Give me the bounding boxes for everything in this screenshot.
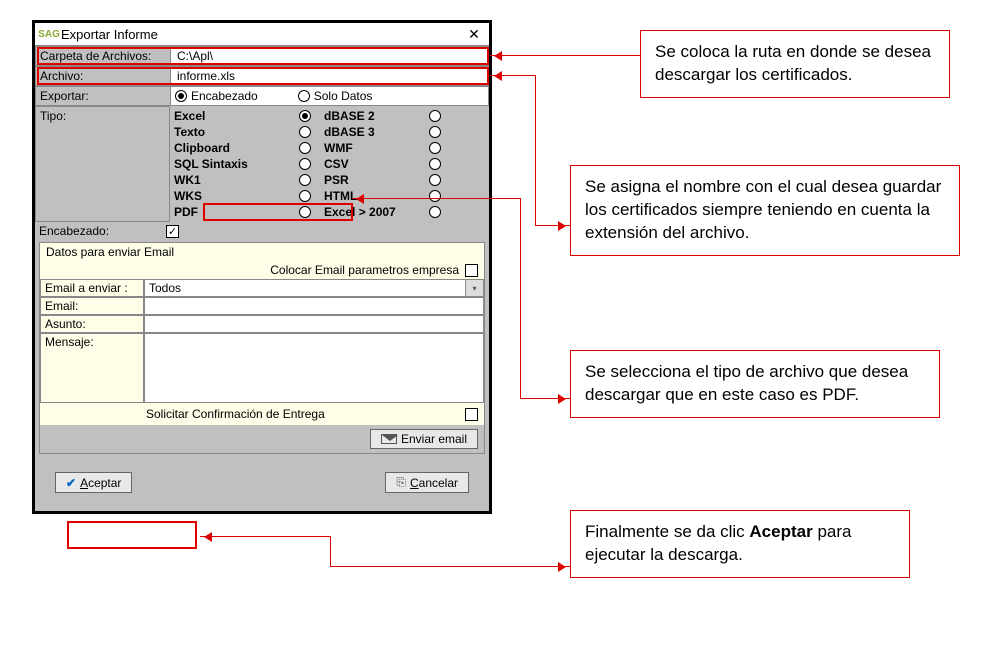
tipo-radio-wks[interactable] <box>299 190 311 202</box>
arrow-c1 <box>490 55 640 56</box>
arrow-c4-head <box>200 536 330 537</box>
encabezado-checkbox[interactable] <box>166 225 179 238</box>
callout-tipo: Se selecciona el tipo de archivo que des… <box>570 350 940 418</box>
callout-ruta: Se coloca la ruta en donde se desea desc… <box>640 30 950 98</box>
tipo-radio-pdf[interactable] <box>299 206 311 218</box>
radio-solo-datos-label: Solo Datos <box>314 89 373 103</box>
arrow-c2 <box>490 75 535 76</box>
email-asunto-input[interactable] <box>144 315 484 333</box>
email-asunto-label: Asunto: <box>40 315 144 333</box>
email-enviar-select[interactable]: Todos ▾ <box>144 279 484 297</box>
tipo-opt-wmf: WMF <box>320 140 420 156</box>
encabezado-label: Encabezado: <box>39 224 166 238</box>
email-enviar-value: Todos <box>149 281 181 295</box>
tipo-radio-psr[interactable] <box>429 174 441 186</box>
tipo-opt-dbase2: dBASE 2 <box>320 108 420 124</box>
email-legend: Datos para enviar Email <box>40 243 484 261</box>
exportar-options: Encabezado Solo Datos <box>170 86 489 106</box>
tipo-opt-texto: Texto <box>170 124 290 140</box>
tipo-radio-texto[interactable] <box>299 126 311 138</box>
carpeta-input-cell <box>170 46 489 66</box>
email-param-label: Colocar Email parametros empresa <box>270 263 459 277</box>
tipo-opt-wks: WKS <box>170 188 290 204</box>
callout-nombre: Se asigna el nombre con el cual desea gu… <box>570 165 960 256</box>
tipo-opt-excel: Excel <box>170 108 290 124</box>
line-c2-h <box>535 225 570 226</box>
enviar-email-button[interactable]: Enviar email <box>370 429 478 449</box>
window-title: Exportar Informe <box>61 27 465 42</box>
tipo-radio-wk1[interactable] <box>299 174 311 186</box>
line-c3-v <box>520 198 521 398</box>
callout-aceptar-pre: Finalmente se da clic <box>585 522 749 541</box>
radio-encabezado-label: Encabezado <box>191 89 258 103</box>
titlebar: SAG Exportar Informe ✕ <box>35 23 489 46</box>
line-c4-v <box>330 536 331 566</box>
cancelar-button[interactable]: ⎘ Cancelar <box>385 472 469 493</box>
highlight-aceptar <box>67 521 197 549</box>
tipo-radio-clipboard[interactable] <box>299 142 311 154</box>
door-icon: ⎘ <box>396 475 406 490</box>
email-confirm-checkbox[interactable] <box>465 408 478 421</box>
tipo-opt-sql: SQL Sintaxis <box>170 156 290 172</box>
export-dialog: SAG Exportar Informe ✕ Carpeta de Archiv… <box>32 20 492 514</box>
tipo-opt-pdf: PDF <box>170 204 290 220</box>
arrow-c3 <box>352 198 520 199</box>
email-email-label: Email: <box>40 297 144 315</box>
enviar-email-label: Enviar email <box>401 432 467 446</box>
email-enviar-label: Email a enviar : <box>40 279 144 297</box>
tipo-opt-html: HTML <box>320 188 420 204</box>
tipo-radio-csv[interactable] <box>429 158 441 170</box>
exportar-label: Exportar: <box>35 86 170 106</box>
tipo-radio-excel[interactable] <box>299 110 311 122</box>
aceptar-button[interactable]: ✔ Aceptar <box>55 472 132 493</box>
carpeta-label: Carpeta de Archivos: <box>35 46 170 66</box>
email-param-checkbox[interactable] <box>465 264 478 277</box>
archivo-input[interactable] <box>175 68 484 84</box>
chevron-down-icon[interactable]: ▾ <box>465 280 483 296</box>
archivo-input-cell <box>170 66 489 86</box>
email-mensaje-textarea[interactable] <box>144 333 484 403</box>
close-icon[interactable]: ✕ <box>465 25 483 43</box>
tipo-radio-dbase2[interactable] <box>429 110 441 122</box>
line-c2-v <box>535 75 536 225</box>
tipo-radio-dbase3[interactable] <box>429 126 441 138</box>
tipo-opt-csv: CSV <box>320 156 420 172</box>
tipo-grid: Excel Texto Clipboard SQL Sintaxis WK1 W… <box>170 106 489 222</box>
app-icon: SAG <box>41 26 57 42</box>
aceptar-label: Aceptar <box>80 476 121 490</box>
carpeta-input[interactable] <box>175 48 484 64</box>
mail-icon <box>381 434 397 444</box>
email-email-input[interactable] <box>144 297 484 315</box>
tipo-radio-wmf[interactable] <box>429 142 441 154</box>
radio-solo-datos[interactable] <box>298 90 310 102</box>
email-group: Datos para enviar Email Colocar Email pa… <box>39 242 485 454</box>
tipo-opt-dbase3: dBASE 3 <box>320 124 420 140</box>
tipo-label: Tipo: <box>35 106 170 222</box>
arrow-c4 <box>330 566 570 567</box>
callout-aceptar: Finalmente se da clic Aceptar para ejecu… <box>570 510 910 578</box>
email-confirm-label: Solicitar Confirmación de Entrega <box>146 407 325 421</box>
line-c3-h <box>520 398 570 399</box>
tipo-opt-wk1: WK1 <box>170 172 290 188</box>
tipo-radio-excel2007[interactable] <box>429 206 441 218</box>
radio-encabezado[interactable] <box>175 90 187 102</box>
tipo-radio-sql[interactable] <box>299 158 311 170</box>
check-icon: ✔ <box>66 476 76 490</box>
cancelar-label: Cancelar <box>410 476 458 490</box>
email-mensaje-label: Mensaje: <box>40 333 144 403</box>
tipo-radio-html[interactable] <box>429 190 441 202</box>
tipo-opt-clipboard: Clipboard <box>170 140 290 156</box>
tipo-opt-excel2007: Excel > 2007 <box>320 204 420 220</box>
archivo-label: Archivo: <box>35 66 170 86</box>
callout-aceptar-bold: Aceptar <box>749 522 812 541</box>
tipo-opt-psr: PSR <box>320 172 420 188</box>
